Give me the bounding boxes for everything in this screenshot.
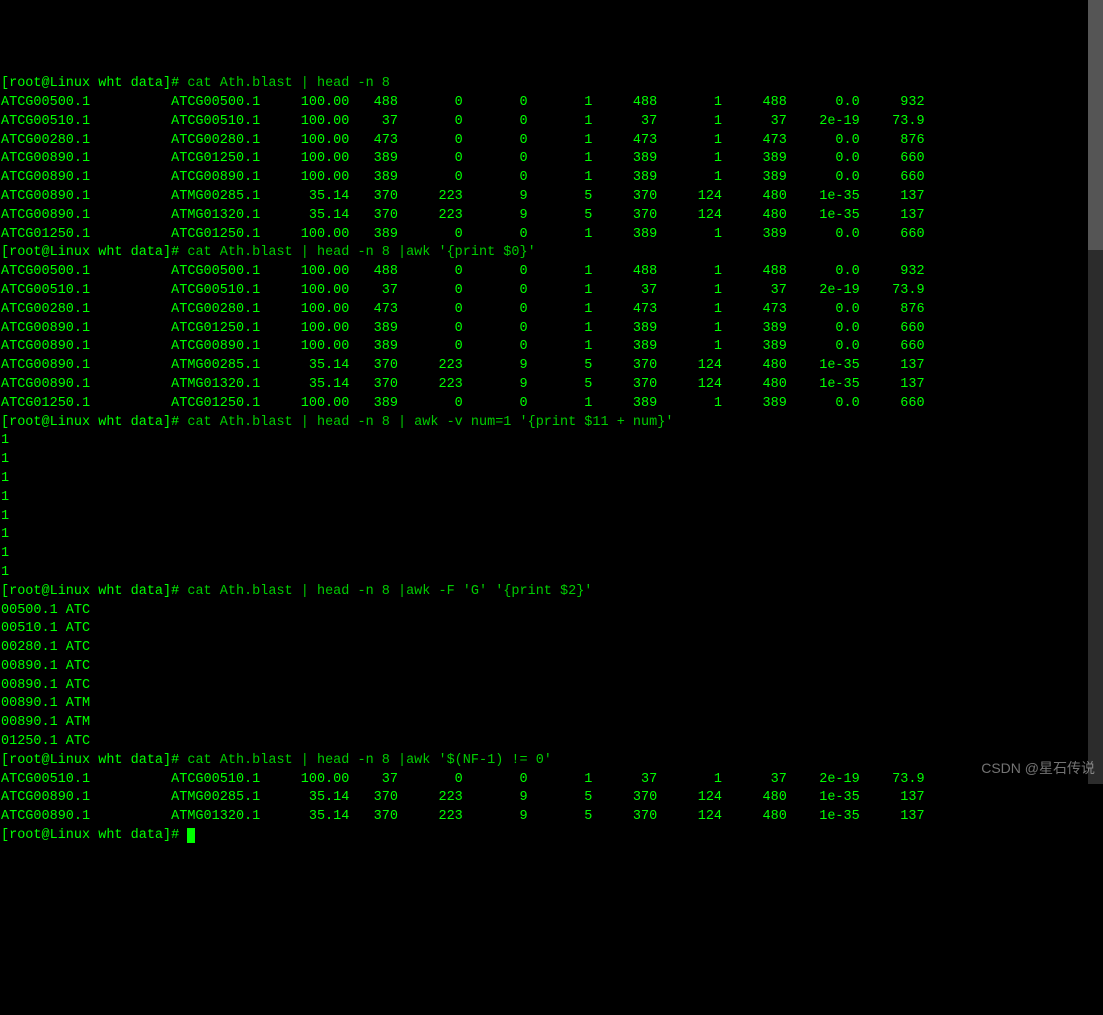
prompt-line-4[interactable]: [root@Linux wht data]# cat Ath.blast | h…: [1, 583, 1102, 602]
watermark: CSDN @星石传说: [981, 759, 1095, 778]
terminal[interactable]: [root@Linux wht data]# cat Ath.blast | h…: [0, 75, 1103, 846]
awk-out: 00280.1 ATC: [1, 639, 1102, 658]
prompt-line-3[interactable]: [root@Linux wht data]# cat Ath.blast | h…: [1, 414, 1102, 433]
awk-out: 1: [1, 508, 1102, 527]
awk-out: 1: [1, 489, 1102, 508]
awk-out: 1: [1, 545, 1102, 564]
blast-row: ATCG00500.1 ATCG00500.1 100.00 488 0 0 1…: [1, 263, 1102, 282]
blast-row: ATCG00890.1 ATMG00285.1 35.14 370 223 9 …: [1, 357, 1102, 376]
awk-out: 00890.1 ATC: [1, 658, 1102, 677]
awk-out: 01250.1 ATC: [1, 733, 1102, 752]
prompt-line-5[interactable]: [root@Linux wht data]# cat Ath.blast | h…: [1, 752, 1102, 771]
command-text: cat Ath.blast | head -n 8: [187, 76, 390, 91]
prompt: [root@Linux wht data]#: [1, 828, 187, 843]
command-text: cat Ath.blast | head -n 8 |awk -F 'G' '{…: [187, 584, 592, 599]
awk-out: 1: [1, 432, 1102, 451]
blast-row: ATCG00890.1 ATCG01250.1 100.00 389 0 0 1…: [1, 320, 1102, 339]
command-text: cat Ath.blast | head -n 8 |awk '{print $…: [187, 245, 535, 260]
prompt: [root@Linux wht data]#: [1, 753, 187, 768]
awk-out: 00500.1 ATC: [1, 602, 1102, 621]
awk-out: 1: [1, 526, 1102, 545]
scrollbar-track[interactable]: [1088, 0, 1103, 784]
awk-out: 1: [1, 470, 1102, 489]
awk-out: 1: [1, 451, 1102, 470]
prompt-line-empty[interactable]: [root@Linux wht data]#: [1, 827, 1102, 846]
blast-row: ATCG00890.1 ATCG00890.1 100.00 389 0 0 1…: [1, 169, 1102, 188]
blast-row: ATCG00890.1 ATMG01320.1 35.14 370 223 9 …: [1, 376, 1102, 395]
prompt-line-2[interactable]: [root@Linux wht data]# cat Ath.blast | h…: [1, 244, 1102, 263]
prompt-line-1[interactable]: [root@Linux wht data]# cat Ath.blast | h…: [1, 75, 1102, 94]
awk-out: 00890.1 ATM: [1, 695, 1102, 714]
prompt: [root@Linux wht data]#: [1, 245, 187, 260]
scrollbar-thumb[interactable]: [1088, 0, 1103, 250]
blast-row: ATCG00510.1 ATCG00510.1 100.00 37 0 0 1 …: [1, 771, 1102, 790]
prompt: [root@Linux wht data]#: [1, 76, 187, 91]
blast-row: ATCG00890.1 ATMG00285.1 35.14 370 223 9 …: [1, 188, 1102, 207]
blast-row: ATCG01250.1 ATCG01250.1 100.00 389 0 0 1…: [1, 226, 1102, 245]
blast-row: ATCG00890.1 ATCG01250.1 100.00 389 0 0 1…: [1, 150, 1102, 169]
blast-row: ATCG00890.1 ATMG01320.1 35.14 370 223 9 …: [1, 808, 1102, 827]
prompt: [root@Linux wht data]#: [1, 415, 187, 430]
blast-row: ATCG00890.1 ATMG01320.1 35.14 370 223 9 …: [1, 207, 1102, 226]
prompt: [root@Linux wht data]#: [1, 584, 187, 599]
awk-out: 00890.1 ATC: [1, 677, 1102, 696]
blast-row: ATCG00280.1 ATCG00280.1 100.00 473 0 0 1…: [1, 301, 1102, 320]
blast-row: ATCG00890.1 ATCG00890.1 100.00 389 0 0 1…: [1, 338, 1102, 357]
blast-row: ATCG00510.1 ATCG00510.1 100.00 37 0 0 1 …: [1, 113, 1102, 132]
blast-row: ATCG00280.1 ATCG00280.1 100.00 473 0 0 1…: [1, 132, 1102, 151]
awk-out: 1: [1, 564, 1102, 583]
command-text: cat Ath.blast | head -n 8 |awk '$(NF-1) …: [187, 753, 552, 768]
cursor: [187, 828, 195, 843]
awk-out: 00510.1 ATC: [1, 620, 1102, 639]
blast-row: ATCG00500.1 ATCG00500.1 100.00 488 0 0 1…: [1, 94, 1102, 113]
blast-row: ATCG00890.1 ATMG00285.1 35.14 370 223 9 …: [1, 789, 1102, 808]
blast-row: ATCG00510.1 ATCG00510.1 100.00 37 0 0 1 …: [1, 282, 1102, 301]
blast-row: ATCG01250.1 ATCG01250.1 100.00 389 0 0 1…: [1, 395, 1102, 414]
command-text: cat Ath.blast | head -n 8 | awk -v num=1…: [187, 415, 673, 430]
awk-out: 00890.1 ATM: [1, 714, 1102, 733]
